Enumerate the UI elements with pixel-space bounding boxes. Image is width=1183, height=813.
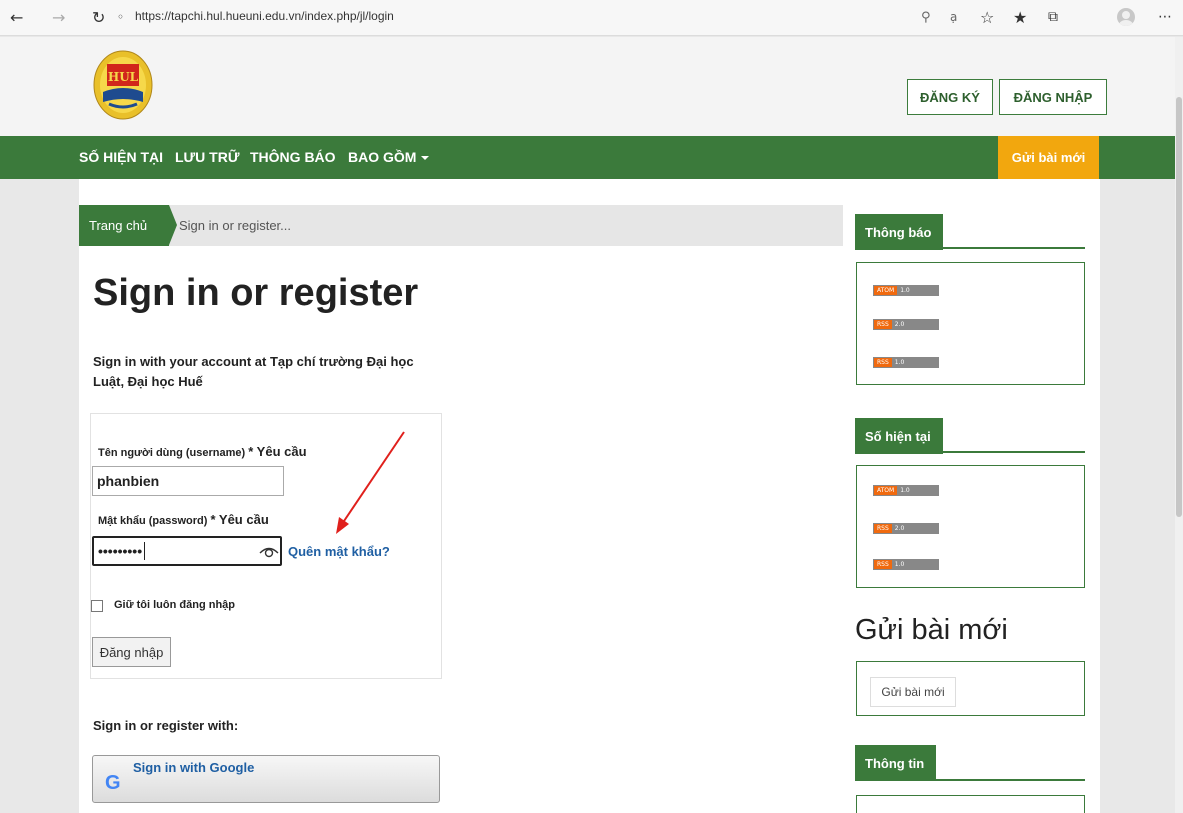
- sidebar-divider: [855, 247, 1085, 249]
- nav-item-archive[interactable]: LƯU TRỮ: [175, 149, 239, 165]
- breadcrumb: Trang chủ Sign in or register...: [79, 205, 843, 246]
- current-issue-feeds-box: ATOM 1.0 RSS 2.0 RSS 1.0: [856, 465, 1085, 588]
- google-icon: G: [105, 772, 121, 794]
- address-bar[interactable]: https://tapchi.hul.hueuni.edu.vn/index.p…: [135, 9, 394, 23]
- login-header-button[interactable]: ĐĂNG NHẬP: [999, 79, 1107, 115]
- username-label: Tên người dùng (username) * Yêu cầu: [98, 444, 307, 459]
- sidebar-submit-heading: Gửi bài mới: [855, 614, 1008, 646]
- feed-version: 1.0: [897, 486, 910, 495]
- nav-item-announcements[interactable]: THÔNG BÁO: [250, 149, 336, 165]
- google-signin-button[interactable]: G Sign in with Google: [92, 755, 440, 803]
- password-value: •••••••••: [98, 543, 143, 559]
- read-aloud-icon[interactable]: ạ: [950, 6, 957, 28]
- site-info-icon[interactable]: ◦: [117, 6, 124, 28]
- rss1-feed-link[interactable]: RSS 1.0: [873, 357, 939, 368]
- svg-text:HUL: HUL: [108, 70, 139, 84]
- remember-me-checkbox[interactable]: [91, 600, 103, 612]
- back-icon[interactable]: ←: [10, 6, 23, 28]
- breadcrumb-current: Sign in or register...: [179, 218, 291, 233]
- chevron-down-icon: [421, 156, 430, 161]
- browser-toolbar: ← → ↻ ◦ https://tapchi.hul.hueuni.edu.vn…: [0, 0, 1183, 36]
- scrollbar-thumb[interactable]: [1176, 97, 1182, 517]
- page-scrollbar[interactable]: [1175, 37, 1183, 813]
- page-title: Sign in or register: [93, 272, 419, 314]
- register-button[interactable]: ĐĂNG KÝ: [907, 79, 993, 115]
- feed-type: RSS: [874, 358, 892, 367]
- main-navigation: SỐ HIỆN TẠI LƯU TRỮ THÔNG BÁO BAO GỒM Gử…: [0, 136, 1175, 179]
- feed-type: RSS: [874, 560, 892, 569]
- feed-version: 2.0: [891, 320, 905, 329]
- favorites-icon[interactable]: ★: [1013, 6, 1027, 28]
- breadcrumb-arrow: [169, 205, 177, 245]
- key-icon[interactable]: ⚲: [921, 6, 931, 28]
- sidebar-title-info: Thông tin: [855, 745, 937, 781]
- login-submit-button[interactable]: Đăng nhập: [92, 637, 171, 667]
- notifications-feeds-box: ATOM 1.0 RSS 2.0 RSS 1.0: [856, 262, 1085, 385]
- breadcrumb-home[interactable]: Trang chủ: [79, 205, 169, 246]
- sidebar-title-notifications: Thông báo: [855, 214, 944, 250]
- submit-article-button[interactable]: Gửi bài mới: [998, 136, 1099, 179]
- forward-icon[interactable]: →: [52, 6, 65, 28]
- login-intro: Sign in with your account at Tạp chí trư…: [93, 354, 414, 389]
- nav-item-about-label: BAO GỒM: [348, 149, 417, 165]
- feed-version: 1.0: [897, 286, 910, 295]
- feed-type: ATOM: [874, 486, 898, 495]
- feed-type: RSS: [874, 524, 892, 533]
- show-password-icon[interactable]: [258, 543, 280, 559]
- atom-feed-link[interactable]: ATOM 1.0: [873, 485, 939, 496]
- refresh-icon[interactable]: ↻: [92, 6, 105, 28]
- rss2-feed-link[interactable]: RSS 2.0: [873, 523, 939, 534]
- feed-version: 1.0: [891, 560, 905, 569]
- more-icon[interactable]: ⋯: [1158, 6, 1172, 28]
- rss1-feed-link[interactable]: RSS 1.0: [873, 559, 939, 570]
- sidebar-submit-button[interactable]: Gửi bài mới: [870, 677, 956, 707]
- required-marker: * Yêu cầu: [248, 444, 307, 459]
- add-favorite-icon[interactable]: ☆: [980, 6, 994, 28]
- sidebar-divider: [855, 451, 1085, 453]
- remember-me-label[interactable]: Giữ tôi luôn đăng nhập: [114, 599, 235, 611]
- nav-item-about[interactable]: BAO GỒM: [348, 149, 430, 165]
- university-logo[interactable]: HUL: [93, 50, 153, 120]
- feed-type: RSS: [874, 320, 892, 329]
- forgot-password-link[interactable]: Quên mật khẩu?: [288, 544, 390, 559]
- profile-icon[interactable]: [1117, 8, 1135, 26]
- site-header: HUL ĐĂNG KÝ ĐĂNG NHẬP: [0, 37, 1183, 136]
- feed-type: ATOM: [874, 286, 898, 295]
- sidebar-title-current-issue: Số hiện tại: [855, 418, 943, 454]
- rss2-feed-link[interactable]: RSS 2.0: [873, 319, 939, 330]
- username-input[interactable]: phanbien: [92, 466, 284, 496]
- sidebar-divider: [855, 779, 1085, 781]
- feed-version: 1.0: [891, 358, 905, 367]
- username-label-text: Tên người dùng (username): [98, 447, 246, 459]
- password-label-text: Mật khẩu (password): [98, 515, 208, 527]
- password-input[interactable]: •••••••••: [92, 536, 282, 566]
- text-cursor: [144, 542, 146, 560]
- username-value: phanbien: [97, 473, 160, 489]
- password-label: Mật khẩu (password) * Yêu cầu: [98, 512, 269, 527]
- collections-icon[interactable]: ⧉: [1048, 6, 1058, 28]
- feed-version: 2.0: [891, 524, 905, 533]
- google-signin-label: Sign in with Google: [133, 760, 255, 775]
- nav-item-current-issue[interactable]: SỐ HIỆN TẠI: [79, 149, 163, 165]
- required-marker: * Yêu cầu: [210, 512, 269, 527]
- atom-feed-link[interactable]: ATOM 1.0: [873, 285, 939, 296]
- info-box: [856, 795, 1085, 813]
- register-with-label: Sign in or register with:: [93, 718, 239, 733]
